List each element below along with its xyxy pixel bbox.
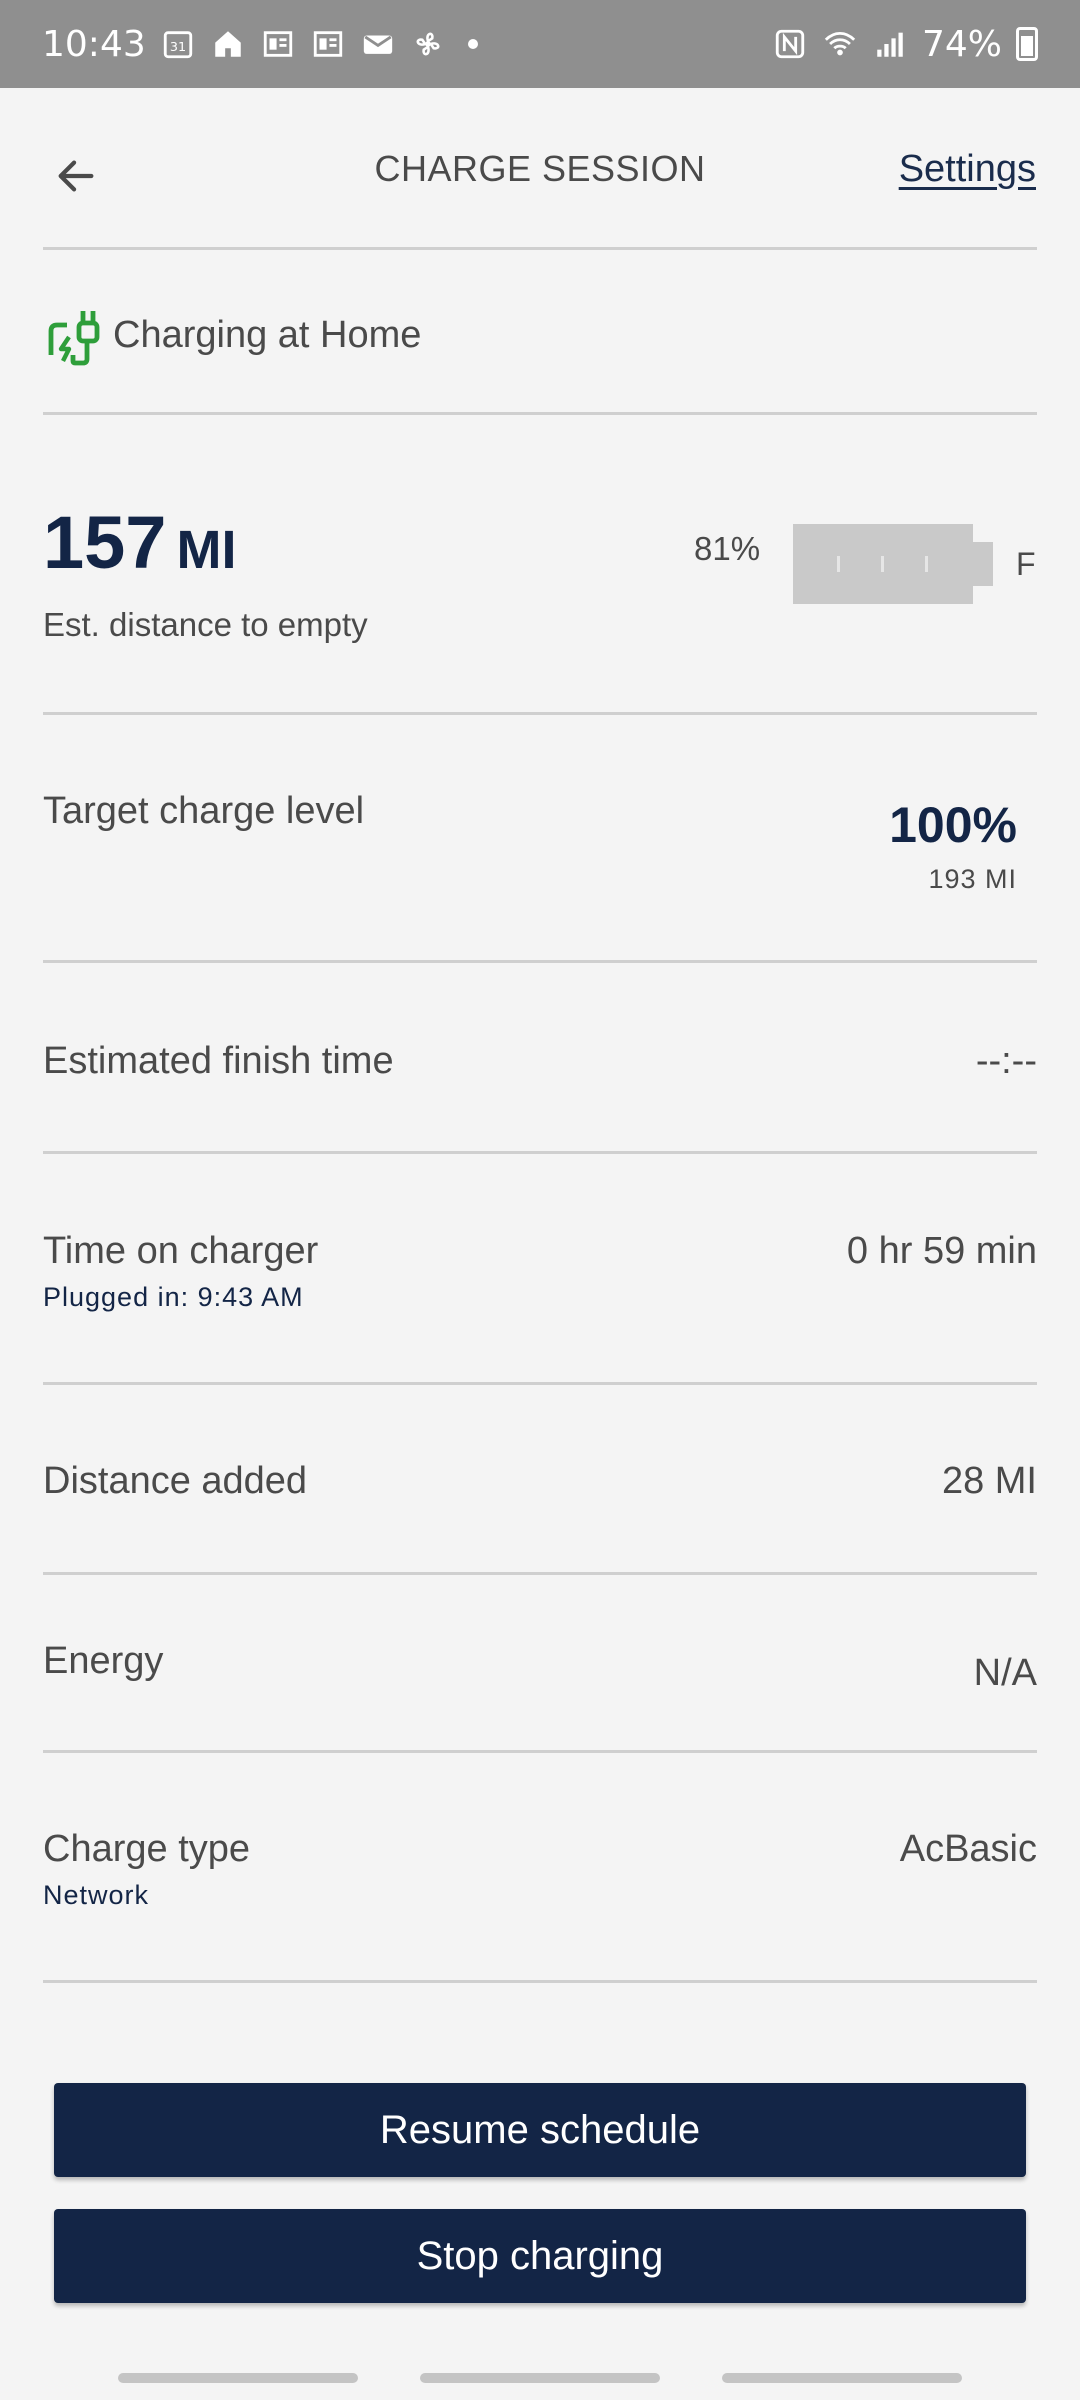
calendar-icon: 31: [160, 26, 196, 62]
divider: [43, 1151, 1037, 1154]
wifi-icon: [822, 26, 858, 62]
finish-time-value: --:--: [975, 1040, 1037, 1082]
charging-location: Charging at Home: [43, 260, 1037, 410]
charge-type-value: AcBasic: [899, 1828, 1037, 1870]
signal-icon: [872, 26, 908, 62]
nfc-icon: [772, 26, 808, 62]
divider: [43, 1572, 1037, 1575]
plugged-in-time: Plugged in: 9:43 AM: [43, 1282, 304, 1312]
distance-added-label: Distance added: [43, 1460, 308, 1502]
stop-charging-button[interactable]: Stop charging: [54, 2209, 1026, 2303]
range-section: 157 MI Est. distance to empty 81% F: [43, 500, 1037, 660]
time-on-charger-label: Time on charger: [43, 1230, 319, 1272]
divider: [43, 247, 1037, 250]
energy-row: Energy N/A: [43, 1640, 1037, 1720]
charge-type-sub: Network: [43, 1880, 150, 1910]
divider: [43, 412, 1037, 415]
target-charge-value: 100%: [889, 797, 1017, 853]
resume-schedule-button[interactable]: Resume schedule: [54, 2083, 1026, 2177]
battery-full-label: F: [1016, 546, 1036, 582]
charge-type-row: Charge type Network AcBasic: [43, 1828, 1037, 1928]
range-unit: MI: [176, 520, 237, 580]
finish-time-label: Estimated finish time: [43, 1040, 394, 1082]
divider: [43, 960, 1037, 963]
target-charge-label: Target charge level: [43, 790, 365, 832]
battery-icon: [1016, 27, 1038, 61]
target-range-value: 193 MI: [928, 864, 1017, 894]
divider: [43, 1750, 1037, 1753]
nav-bar-segment[interactable]: [722, 2373, 962, 2383]
range-label: Est. distance to empty: [43, 606, 368, 643]
battery-level-percent: 81%: [694, 530, 761, 567]
battery-percent-text: 74%: [921, 23, 1002, 65]
energy-label: Energy: [43, 1640, 164, 1682]
charging-location-label: Charging at Home: [113, 313, 422, 356]
nav-bar-segment[interactable]: [420, 2373, 660, 2383]
divider: [43, 1382, 1037, 1385]
svg-text:31: 31: [170, 40, 186, 55]
news-icon-2: [310, 26, 346, 62]
fan-icon: [410, 26, 446, 62]
target-charge-row[interactable]: Target charge level 100% 193 MI: [43, 790, 1037, 900]
distance-added-row: Distance added 28 MI: [43, 1460, 1037, 1520]
battery-tick: [881, 556, 884, 572]
finish-time-row: Estimated finish time --:--: [43, 1040, 1037, 1100]
divider: [43, 712, 1037, 715]
mail-icon: [360, 26, 396, 62]
nav-bar-segment[interactable]: [118, 2373, 358, 2383]
home-icon: [210, 26, 246, 62]
battery-level-bar-tip: [973, 542, 993, 586]
range-value: 157 MI: [43, 500, 236, 585]
charging-plug-icon: [48, 311, 100, 366]
distance-added-value: 28 MI: [941, 1460, 1037, 1502]
divider: [43, 1980, 1037, 1983]
time-on-charger-row: Time on charger Plugged in: 9:43 AM 0 hr…: [43, 1230, 1037, 1330]
charge-type-label: Charge type: [43, 1828, 251, 1870]
status-bar: 10:43 31 74%: [0, 0, 1080, 88]
news-icon: [260, 26, 296, 62]
battery-tick: [925, 556, 928, 572]
range-number: 157: [43, 501, 167, 584]
battery-tick: [837, 556, 840, 572]
app-header: CHARGE SESSION Settings: [0, 88, 1080, 248]
energy-value: N/A: [973, 1652, 1037, 1694]
settings-link[interactable]: Settings: [899, 148, 1036, 191]
status-time: 10:43: [42, 23, 146, 65]
time-on-charger-value: 0 hr 59 min: [846, 1230, 1037, 1272]
notification-dot-icon: [467, 39, 478, 49]
